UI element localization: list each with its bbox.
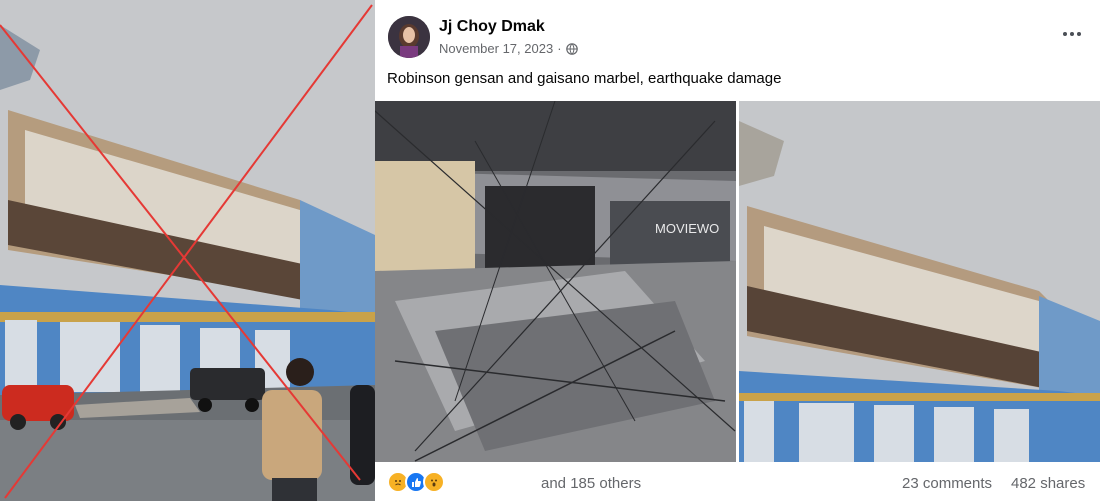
building-damage-photo-left [0, 0, 375, 501]
collapsed-ceiling-image: MOVIEWO [375, 101, 736, 462]
post-header: Jj Choy Dmak November 17, 2023 · [375, 0, 1100, 70]
post-photos: MOVIEWO [375, 101, 1100, 462]
facebook-post: Jj Choy Dmak November 17, 2023 · Robinso… [375, 0, 1100, 501]
post-caption: Robinson gensan and gaisano marbel, eart… [387, 70, 782, 87]
more-dot-icon [1070, 32, 1074, 36]
avatar-image [388, 16, 430, 58]
post-footer: and 185 others 23 comments 482 shares [375, 462, 1100, 501]
more-options-button[interactable] [1058, 20, 1086, 48]
author-avatar[interactable] [388, 16, 430, 58]
more-dot-icon [1077, 32, 1081, 36]
reaction-icons[interactable] [387, 471, 445, 493]
post-date[interactable]: November 17, 2023 [439, 41, 553, 56]
author-name[interactable]: Jj Choy Dmak [439, 18, 545, 36]
meta-separator: · [557, 41, 562, 56]
post-meta: November 17, 2023 · [439, 41, 578, 56]
mall-interior-photo[interactable]: MOVIEWO [375, 101, 736, 462]
wow-icon [423, 471, 445, 493]
reaction-count[interactable]: and 185 others [541, 475, 641, 492]
globe-icon [565, 42, 578, 55]
building-damage-photo[interactable] [739, 101, 1100, 462]
screenshot-frame: Jj Choy Dmak November 17, 2023 · Robinso… [0, 0, 1100, 501]
shares-count[interactable]: 482 shares [1011, 475, 1085, 492]
crossed-out-photo [0, 0, 375, 501]
more-dot-icon [1063, 32, 1067, 36]
movieworld-sign: MOVIEWO [655, 221, 719, 236]
comments-count[interactable]: 23 comments [902, 475, 992, 492]
damaged-facade-image [739, 101, 1100, 462]
